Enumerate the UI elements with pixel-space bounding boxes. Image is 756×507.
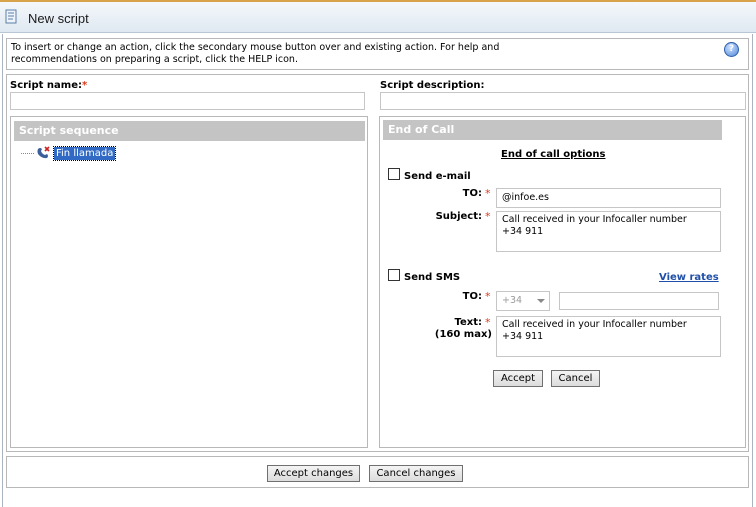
info-text-line2: recommendations on preparing a script, c…: [11, 54, 298, 65]
help-icon[interactable]: ?: [724, 42, 739, 57]
cancel-changes-button[interactable]: Cancel changes: [369, 465, 463, 482]
email-subject-textarea[interactable]: Call received in your Infocaller number …: [496, 211, 721, 252]
script-sequence-panel: [10, 116, 368, 448]
script-name-input[interactable]: [10, 92, 365, 110]
email-to-label: TO:: [462, 188, 482, 199]
window-title: New script: [28, 11, 89, 26]
sms-text-line2: +34 911: [502, 331, 544, 342]
phone-hangup-icon: [37, 146, 50, 159]
script-description-label: Script description:: [380, 80, 485, 91]
script-icon: [5, 9, 17, 24]
email-subject-label: Subject:: [435, 211, 482, 222]
sms-text-sublabel: (160 max): [434, 329, 492, 340]
script-sequence-header: Script sequence: [14, 121, 365, 141]
info-text-line1: To insert or change an action, click the…: [11, 42, 500, 53]
sequence-item-fin-llamada[interactable]: Fin llamada: [52, 146, 117, 161]
sms-text-line1: Call received in your Infocaller number: [502, 319, 687, 330]
cancel-button[interactable]: Cancel: [551, 370, 600, 387]
sms-text-required: *: [485, 316, 491, 329]
send-sms-label: Send SMS: [404, 272, 461, 283]
window-titlebar: New script: [0, 0, 756, 33]
accept-changes-button[interactable]: Accept changes: [267, 465, 360, 482]
info-box: To insert or change an action, click the…: [6, 38, 749, 70]
sms-prefix-select[interactable]: +34: [496, 291, 550, 311]
email-to-input[interactable]: @infoe.es: [496, 188, 721, 208]
sms-to-required: *: [485, 290, 491, 303]
sms-to-label: TO:: [462, 291, 482, 302]
email-to-required: *: [485, 187, 491, 200]
sms-prefix-value: +34: [502, 295, 523, 306]
action-panel-header: End of Call: [383, 120, 722, 140]
email-subject-required: *: [485, 210, 491, 223]
script-description-input[interactable]: [380, 92, 746, 110]
sms-number-input[interactable]: [559, 292, 719, 310]
script-name-label-text: Script name:: [10, 80, 82, 91]
send-email-label: Send e-mail: [404, 171, 471, 182]
required-mark: *: [81, 80, 88, 91]
send-email-checkbox[interactable]: [388, 168, 400, 180]
tree-connector: [21, 153, 34, 154]
sms-text-label: Text:: [454, 317, 482, 328]
script-name-label: Script name:*: [10, 80, 87, 91]
email-subject-line2: +34 911: [502, 226, 544, 237]
info-text: To insert or change an action, click the…: [11, 42, 571, 66]
chevron-down-icon: [537, 299, 545, 303]
sms-text-textarea[interactable]: Call received in your Infocaller number …: [496, 316, 721, 357]
top-accent-strip: [0, 0, 756, 2]
section-title: End of call options: [501, 149, 606, 160]
send-sms-checkbox[interactable]: [388, 269, 400, 281]
view-rates-link[interactable]: View rates: [659, 272, 719, 283]
email-subject-line1: Call received in your Infocaller number: [502, 214, 687, 225]
accept-button[interactable]: Accept: [493, 370, 543, 387]
